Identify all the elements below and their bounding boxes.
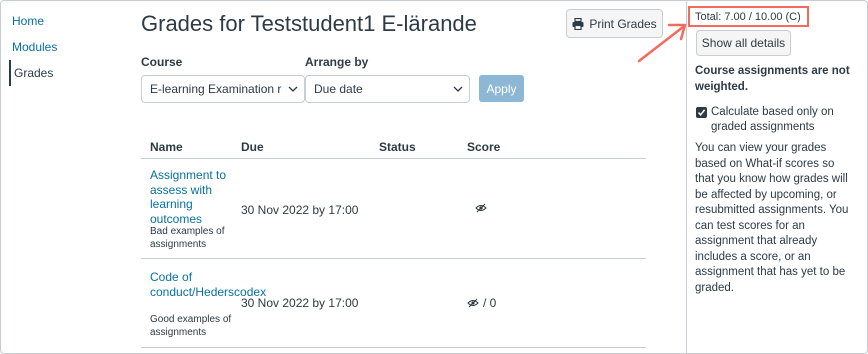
row-divider	[141, 347, 646, 348]
course-select[interactable]: E-learning Examination room	[141, 75, 305, 103]
row-divider	[141, 258, 646, 259]
eye-slash-icon[interactable]	[467, 298, 479, 308]
assignment-link[interactable]: Assignment to assess with learning outco…	[150, 168, 230, 226]
column-header-score[interactable]: Score	[467, 140, 500, 154]
assignment-link[interactable]: Code of conduct/Hederscodex	[150, 270, 266, 299]
score-cell	[475, 203, 487, 213]
show-all-details-button[interactable]: Show all details	[696, 30, 791, 56]
weighting-note: Course assignments are not weighted.	[695, 65, 850, 93]
graded-only-checkbox[interactable]	[696, 107, 707, 118]
column-header-name[interactable]: Name	[150, 140, 183, 154]
arrange-by-label: Arrange by	[305, 55, 369, 69]
column-header-status[interactable]: Status	[379, 140, 416, 154]
course-select-value: E-learning Examination room	[150, 82, 282, 96]
arrange-by-value: Due date	[314, 82, 363, 96]
table-header-divider	[141, 158, 646, 159]
assignment-group: Good examples of assignments	[150, 314, 232, 338]
chevron-down-icon	[288, 86, 298, 92]
apply-button[interactable]: Apply	[479, 75, 524, 102]
graded-only-checkbox-label[interactable]: Calculate based only on graded assignmen…	[711, 105, 836, 134]
course-filter-label: Course	[141, 55, 183, 69]
arrange-by-select[interactable]: Due date	[305, 75, 470, 103]
score-cell: / 0	[467, 296, 496, 310]
due-date: 30 Nov 2022 by 17:00	[241, 296, 359, 310]
page-title: Grades for Teststudent1 E-lärande	[141, 11, 477, 36]
what-if-description: You can view your grades based on What-i…	[695, 142, 849, 294]
assignment-group: Bad examples of assignments	[150, 226, 225, 250]
column-header-due[interactable]: Due	[241, 140, 264, 154]
nav-item-grades[interactable]: Grades	[9, 60, 53, 86]
nav-item-home[interactable]: Home	[9, 13, 44, 29]
due-date: 30 Nov 2022 by 17:00	[241, 203, 359, 217]
chevron-down-icon	[453, 86, 463, 92]
score-value: / 0	[483, 296, 497, 310]
printer-icon	[572, 17, 584, 30]
annotation-highlight-box	[688, 6, 809, 27]
grades-page: Home Modules Grades Grades for Teststude…	[0, 0, 868, 354]
nav-item-modules[interactable]: Modules	[9, 39, 57, 55]
eye-slash-icon[interactable]	[475, 203, 487, 213]
checkmark-icon	[697, 109, 706, 116]
annotation-arrow-icon	[637, 23, 687, 63]
